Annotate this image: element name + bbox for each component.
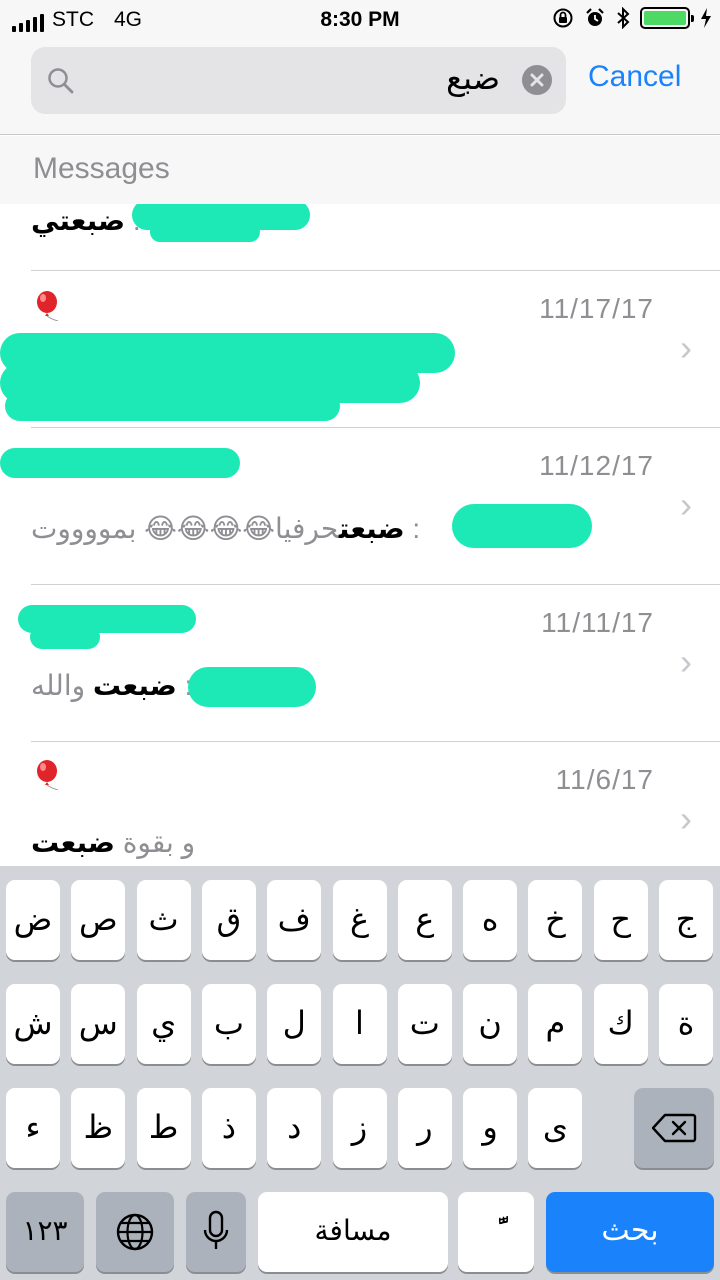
message-snippet: ضبعت والله :	[31, 670, 193, 701]
letter-key[interactable]: ض	[6, 880, 60, 960]
letter-key[interactable]: خ	[528, 880, 583, 960]
space-key[interactable]: مسافة	[258, 1192, 448, 1272]
close-icon	[530, 73, 544, 87]
letter-key[interactable]: ة	[659, 984, 713, 1064]
message-snippet: ضبعتي :	[31, 204, 141, 237]
numbers-key[interactable]: ١٢٣	[6, 1192, 84, 1272]
letter-key[interactable]: ء	[6, 1088, 60, 1168]
rotation-lock-icon	[553, 8, 573, 28]
search-key[interactable]: بحث	[546, 1192, 714, 1272]
letter-key[interactable]: ه	[463, 880, 518, 960]
list-item[interactable]: ضبعتي : ›	[0, 204, 720, 271]
redaction-mark	[188, 667, 316, 707]
battery-level	[644, 11, 686, 25]
letter-key[interactable]: د	[267, 1088, 322, 1168]
charging-icon	[701, 8, 711, 28]
letter-key[interactable]: ث	[136, 880, 191, 960]
cancel-button[interactable]: Cancel	[588, 60, 681, 94]
chevron-right-icon: ›	[680, 327, 692, 368]
arabic-keyboard: جحخهعغفقثصض ةكمنتالبيسش ىورزدذطظء ١٢٣ مس…	[0, 866, 720, 1280]
balloon-emoji-icon	[37, 760, 59, 790]
letter-key[interactable]: ذ	[201, 1088, 256, 1168]
redaction-mark	[0, 448, 240, 478]
letter-key[interactable]: ظ	[71, 1088, 126, 1168]
list-item[interactable]: 11/12/17 ضبعتحرفيا😂😂😂😂 بمووووت : ›	[0, 428, 720, 585]
alarm-icon	[586, 8, 604, 26]
battery-icon	[640, 7, 694, 29]
letter-key[interactable]: ي	[136, 984, 191, 1064]
globe-icon	[116, 1213, 154, 1251]
redaction-mark	[5, 391, 340, 421]
letter-key[interactable]: ن	[463, 984, 518, 1064]
chevron-right-icon: ›	[680, 484, 692, 525]
clear-search-button[interactable]	[522, 65, 552, 95]
balloon-emoji-icon	[37, 291, 59, 321]
letter-key[interactable]: ا	[332, 984, 387, 1064]
message-date: 11/12/17	[539, 450, 654, 481]
section-title: Messages	[33, 152, 170, 185]
chevron-right-icon: ›	[680, 798, 692, 839]
letter-key[interactable]: ل	[267, 984, 322, 1064]
letter-key[interactable]: ب	[201, 984, 256, 1064]
chevron-right-icon: ›	[680, 641, 692, 682]
letter-key[interactable]: م	[528, 984, 583, 1064]
search-query[interactable]: ضبع	[446, 59, 500, 97]
message-date: 11/6/17	[555, 764, 654, 795]
search-header: ضبع Cancel	[0, 40, 720, 135]
match-text: ضبعت	[31, 827, 115, 858]
globe-key[interactable]	[96, 1192, 174, 1272]
status-bar: STC 4G 8:30 PM	[0, 0, 720, 40]
diacritics-key[interactable]: ًّ	[458, 1192, 534, 1272]
message-date: 11/17/17	[539, 293, 654, 324]
match-text: ضبعت	[92, 670, 177, 701]
letter-key[interactable]: ص	[71, 880, 126, 960]
letter-key[interactable]: ر	[397, 1088, 452, 1168]
search-input[interactable]: ضبع	[31, 47, 566, 114]
letter-key[interactable]: ح	[593, 880, 648, 960]
letter-key[interactable]: ف	[267, 880, 322, 960]
dictation-key[interactable]	[186, 1192, 246, 1272]
backspace-icon	[651, 1113, 697, 1143]
search-results-list[interactable]: ضبعتي : › 11/17/17 › 11/12/17 ضبعتحرفيا😂…	[0, 204, 720, 866]
letter-key[interactable]: ع	[397, 880, 452, 960]
message-snippet: ضبعتحرفيا😂😂😂😂 بمووووت :	[31, 512, 421, 545]
letter-key[interactable]: غ	[332, 880, 387, 960]
letter-key[interactable]: ط	[136, 1088, 191, 1168]
letter-key[interactable]: ز	[332, 1088, 387, 1168]
list-item[interactable]: 11/17/17 ›	[0, 271, 720, 428]
redaction-mark	[30, 625, 100, 649]
redaction-mark	[452, 504, 592, 548]
letter-key[interactable]: ى	[528, 1088, 583, 1168]
letter-key[interactable]: ش	[6, 984, 60, 1064]
bluetooth-icon	[617, 7, 630, 29]
list-item[interactable]: 11/6/17 و بقوة ضبعت ›	[0, 742, 720, 866]
match-text: ضبعتي	[31, 205, 126, 236]
redaction-mark	[150, 222, 260, 242]
match-text: ضبعت	[338, 513, 405, 544]
message-snippet: و بقوة ضبعت	[31, 827, 196, 858]
letter-key[interactable]: ت	[397, 984, 452, 1064]
letter-key[interactable]: س	[71, 984, 126, 1064]
search-icon	[48, 68, 74, 94]
section-header: Messages	[0, 136, 720, 204]
microphone-icon	[203, 1210, 229, 1249]
list-item[interactable]: 11/11/17 ضبعت والله : ›	[0, 585, 720, 742]
status-right	[552, 7, 712, 29]
letter-key[interactable]: ك	[593, 984, 648, 1064]
letter-key[interactable]: و	[463, 1088, 518, 1168]
delete-key[interactable]	[634, 1088, 714, 1168]
letter-key[interactable]: ق	[201, 880, 256, 960]
letter-key[interactable]: ج	[659, 880, 713, 960]
message-date: 11/11/17	[541, 607, 654, 638]
